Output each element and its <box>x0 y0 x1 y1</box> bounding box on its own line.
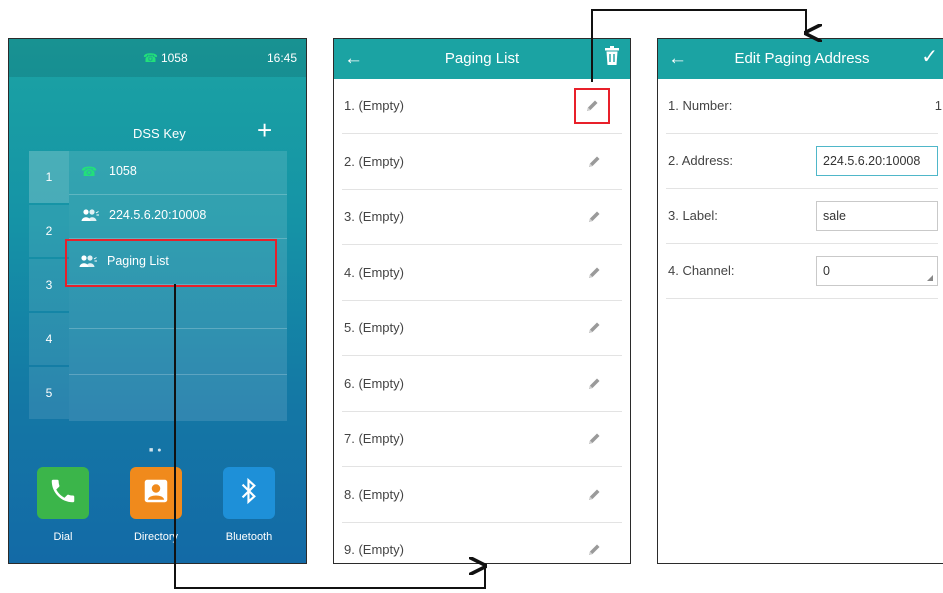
connector-arrow-to-edit-screen <box>591 9 806 82</box>
flow-connectors <box>174 9 943 589</box>
connector-arrow-to-paging-list <box>174 284 485 589</box>
